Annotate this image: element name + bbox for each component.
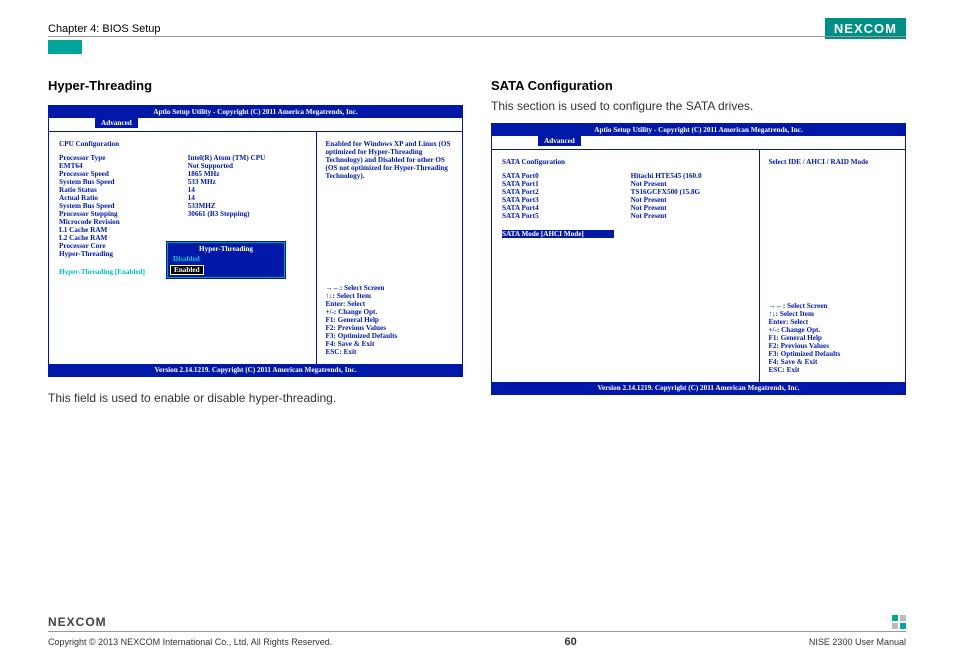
footer-copyright: Copyright © 2013 NEXCOM International Co…: [48, 637, 332, 647]
page-number: 60: [564, 636, 576, 648]
bios-key-help: →←: Select Screen ↑↓: Select Item Enter:…: [325, 284, 454, 356]
bios-section-heading: SATA Configuration: [502, 158, 749, 166]
bios-help-text: Select IDE / AHCI / RAID Mode: [768, 158, 897, 166]
bios-panel-left: Aptio Setup Utility - Copyright (C) 2011…: [48, 105, 463, 377]
bios-titlebar: Aptio Setup Utility - Copyright (C) 2011…: [492, 124, 905, 136]
hyperthreading-popup[interactable]: Hyper-Threading Disabled Enabled: [167, 242, 285, 278]
left-section-title: Hyper-Threading: [48, 78, 463, 93]
page-icon: [892, 615, 906, 629]
right-section-desc: This section is used to configure the SA…: [491, 99, 906, 113]
bios-sata-rows: SATA Port0Hitachi HTE545 (160.0 SATA Por…: [502, 172, 749, 220]
bios-section-heading: CPU Configuration: [59, 140, 306, 148]
footer-rule: [48, 631, 906, 632]
chapter-label: Chapter 4: BIOS Setup: [48, 23, 161, 35]
bios-tab-advanced[interactable]: Advanced: [538, 136, 581, 146]
bios-version: Version 2.14.1219. Copyright (C) 2011 Am…: [49, 364, 462, 376]
bios-titlebar: Aptio Setup Utility - Copyright (C) 2011…: [49, 106, 462, 118]
bios-version: Version 2.14.1219. Copyright (C) 2011 Am…: [492, 382, 905, 394]
accent-box: [48, 40, 82, 54]
popup-option-enabled[interactable]: Enabled: [170, 265, 204, 275]
popup-option-disabled[interactable]: Disabled: [169, 254, 283, 264]
popup-title: Hyper-Threading: [169, 244, 283, 254]
footer-brand: NEXCOM: [48, 615, 107, 629]
bios-tab-advanced[interactable]: Advanced: [95, 118, 138, 128]
right-section-title: SATA Configuration: [491, 78, 906, 93]
bios-panel-right: Aptio Setup Utility - Copyright (C) 2011…: [491, 123, 906, 395]
left-caption: This field is used to enable or disable …: [48, 391, 463, 405]
bios-key-help: →←: Select Screen ↑↓: Select Item Enter:…: [768, 302, 897, 374]
bios-help-text: Enabled for Windows XP and Linux (OS opt…: [325, 140, 454, 180]
footer-product: NISE 2300 User Manual: [809, 637, 906, 647]
header-rule: [48, 36, 906, 37]
bios-selected-row[interactable]: SATA Mode [AHCI Mode]: [502, 230, 614, 238]
